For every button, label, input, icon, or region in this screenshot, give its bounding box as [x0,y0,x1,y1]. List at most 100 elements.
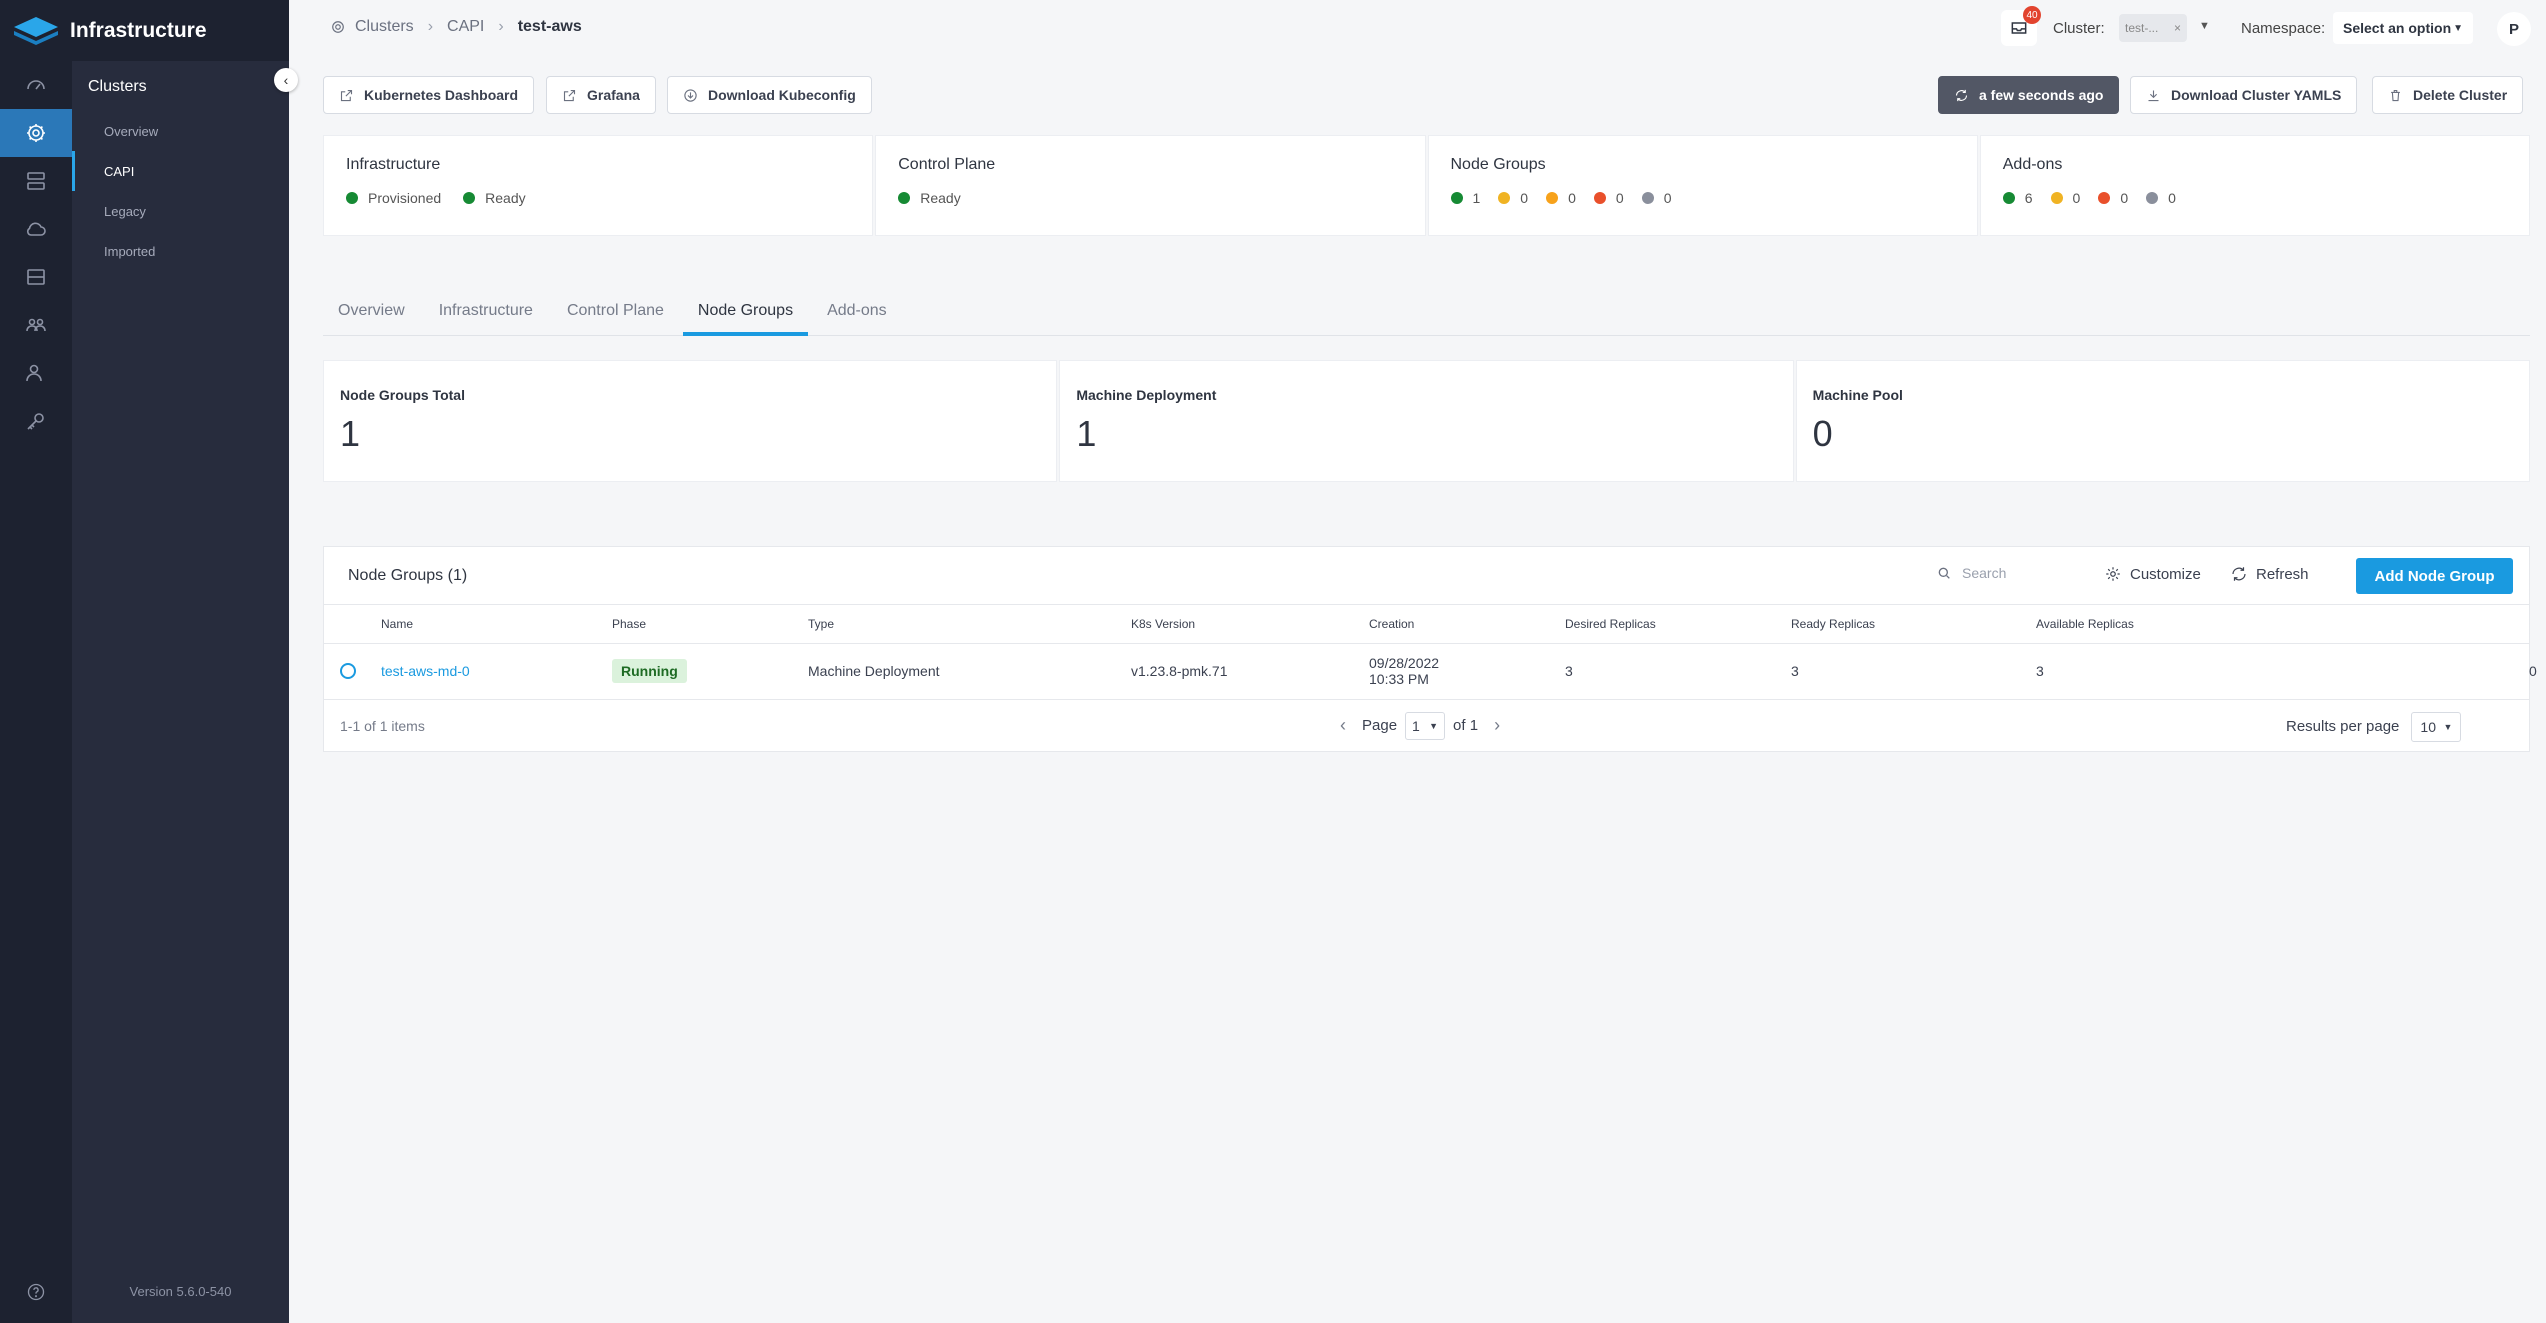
tenants-icon[interactable] [0,301,72,349]
button-label: a few seconds ago [1979,87,2104,103]
subnav-item-imported[interactable]: Imported [72,231,289,271]
status-dot-red [2098,192,2111,204]
column-header[interactable]: Phase [612,605,808,644]
subnav-item-label: Legacy [104,203,146,219]
cluster-tabs: Overview Infrastructure Control Plane No… [323,290,2530,336]
button-label: Grafana [587,87,640,103]
status-dot-orange [1546,192,1559,204]
results-per-page-label: Results per page [2286,718,2400,735]
namespace-select[interactable]: Select an option ▼ [2333,12,2473,44]
table-row[interactable]: test-aws-md-0 Running Machine Deployment… [324,643,2537,700]
prev-page-icon[interactable]: ‹ [1340,715,1346,736]
kubernetes-dashboard-button[interactable]: Kubernetes Dashboard [323,76,535,114]
cloud-icon[interactable] [0,205,72,253]
column-header[interactable]: Creation [1369,605,1565,644]
count-text: 0 [1615,190,1624,206]
platform9-logo-icon [14,16,58,45]
storage-icon[interactable] [0,253,72,301]
tab-infrastructure[interactable]: Infrastructure [424,290,548,336]
page-select[interactable]: 1 ▼ [1405,711,1446,740]
status-dot-yellow [1498,192,1511,204]
gear-icon [2106,567,2120,581]
table-toolbar: Node Groups (1) Search Customize Refresh… [324,547,2529,605]
count-yellow: 0 [1498,190,1528,206]
control-plane-status-card: Control Plane Ready [875,135,1426,236]
next-page-icon[interactable]: › [1494,715,1500,736]
page-of: of 1 [1453,717,1479,734]
cluster-select-chip[interactable]: test-... × [2119,14,2187,42]
column-header[interactable]: Type [808,605,1131,644]
cluster-label: Cluster: [2053,20,2105,37]
status-provisioned: Provisioned [346,190,441,206]
breadcrumb-capi[interactable]: CAPI [447,18,484,36]
collapse-sidebar-button[interactable]: ‹ [274,68,298,92]
column-header[interactable]: K8s Version [1131,605,1369,644]
results-per-page-select[interactable]: 10 ▼ [2411,711,2462,742]
clusters-icon[interactable] [0,109,72,157]
card-title: Node Groups [1450,156,1546,173]
refresh-icon [2232,567,2246,581]
summary-machine-pool: Machine Pool 0 [1795,360,2530,482]
node-group-name-link[interactable]: test-aws-md-0 [381,663,470,679]
column-header[interactable]: Available Replicas [2036,605,2529,644]
button-label: Delete Cluster [2413,87,2508,103]
dashboard-icon[interactable] [0,61,72,109]
tab-control-plane[interactable]: Control Plane [552,290,679,336]
refresh-table-button[interactable]: Refresh [2230,565,2309,583]
available-replicas-cell: 3 [2036,643,2529,700]
customize-button[interactable]: Customize [2104,565,2201,583]
column-header[interactable]: Ready Replicas [1791,605,2036,644]
breadcrumb-clusters[interactable]: Clusters [355,18,414,36]
addons-status-card: Add-ons 6 0 0 0 [1979,135,2530,236]
subnav-item-legacy[interactable]: Legacy [72,191,289,231]
servers-icon[interactable] [0,157,72,205]
search-box[interactable]: Search [1936,565,2006,581]
status-dot-green [463,192,476,204]
status-dot-green [346,192,358,204]
search-input[interactable]: Search [1962,565,2006,581]
refresh-status-button[interactable]: a few seconds ago [1938,76,2120,114]
subnav-item-overview[interactable]: Overview [72,111,289,151]
row-select-radio[interactable] [340,663,356,679]
count-green: 1 [1450,190,1480,206]
ready-replicas-cell: 3 [1791,643,2036,700]
results-per-page-value: 10 [2420,718,2436,735]
clear-icon[interactable]: × [2174,21,2181,35]
desired-replicas-cell: 3 [1565,643,1791,700]
count-yellow: 0 [2050,190,2080,206]
chevron-left-icon: ‹ [283,72,289,88]
key-icon[interactable] [0,397,72,445]
user-avatar[interactable]: P [2497,12,2531,46]
status-dot-green [2002,192,2015,204]
caret-down-icon: ▼ [2453,22,2463,34]
status-dot-red [1593,192,1606,204]
help-icon[interactable] [0,1268,72,1316]
delete-cluster-button[interactable]: Delete Cluster [2372,76,2524,114]
subnav-item-label: Overview [104,123,159,139]
items-count: 1-1 of 1 items [340,717,425,734]
count-gray: 0 [1641,190,1671,206]
subnav-item-label: CAPI [104,163,135,179]
clusters-icon [332,21,344,33]
button-label: Download Kubeconfig [708,87,856,103]
namespace-value: Select an option [2343,20,2452,36]
tab-addons[interactable]: Add-ons [812,290,902,336]
add-node-group-button[interactable]: Add Node Group [2356,558,2513,594]
column-header[interactable]: Name [381,605,612,644]
caret-down-icon[interactable]: ▼ [2199,20,2210,32]
download-cluster-yamls-button[interactable]: Download Cluster YAMLS [2130,76,2358,114]
summary-label: Machine Pool [1812,387,1903,403]
summary-value: 1 [340,413,361,454]
count-text: 0 [1568,190,1576,206]
subnav-item-capi[interactable]: CAPI [72,151,289,191]
download-kubeconfig-button[interactable]: Download Kubeconfig [667,76,872,114]
card-title: Infrastructure [346,156,441,173]
column-header[interactable]: Desired Replicas [1565,605,1791,644]
grafana-button[interactable]: Grafana [546,76,656,114]
tab-node-groups[interactable]: Node Groups [682,290,809,336]
tab-overview[interactable]: Overview [323,290,420,336]
node-groups-table-panel: Node Groups (1) Search Customize Refresh… [323,546,2537,752]
table-header-row: Name Phase Type K8s Version Creation Des… [324,605,2529,644]
count-text: 0 [2168,190,2176,206]
users-icon[interactable] [0,349,72,397]
